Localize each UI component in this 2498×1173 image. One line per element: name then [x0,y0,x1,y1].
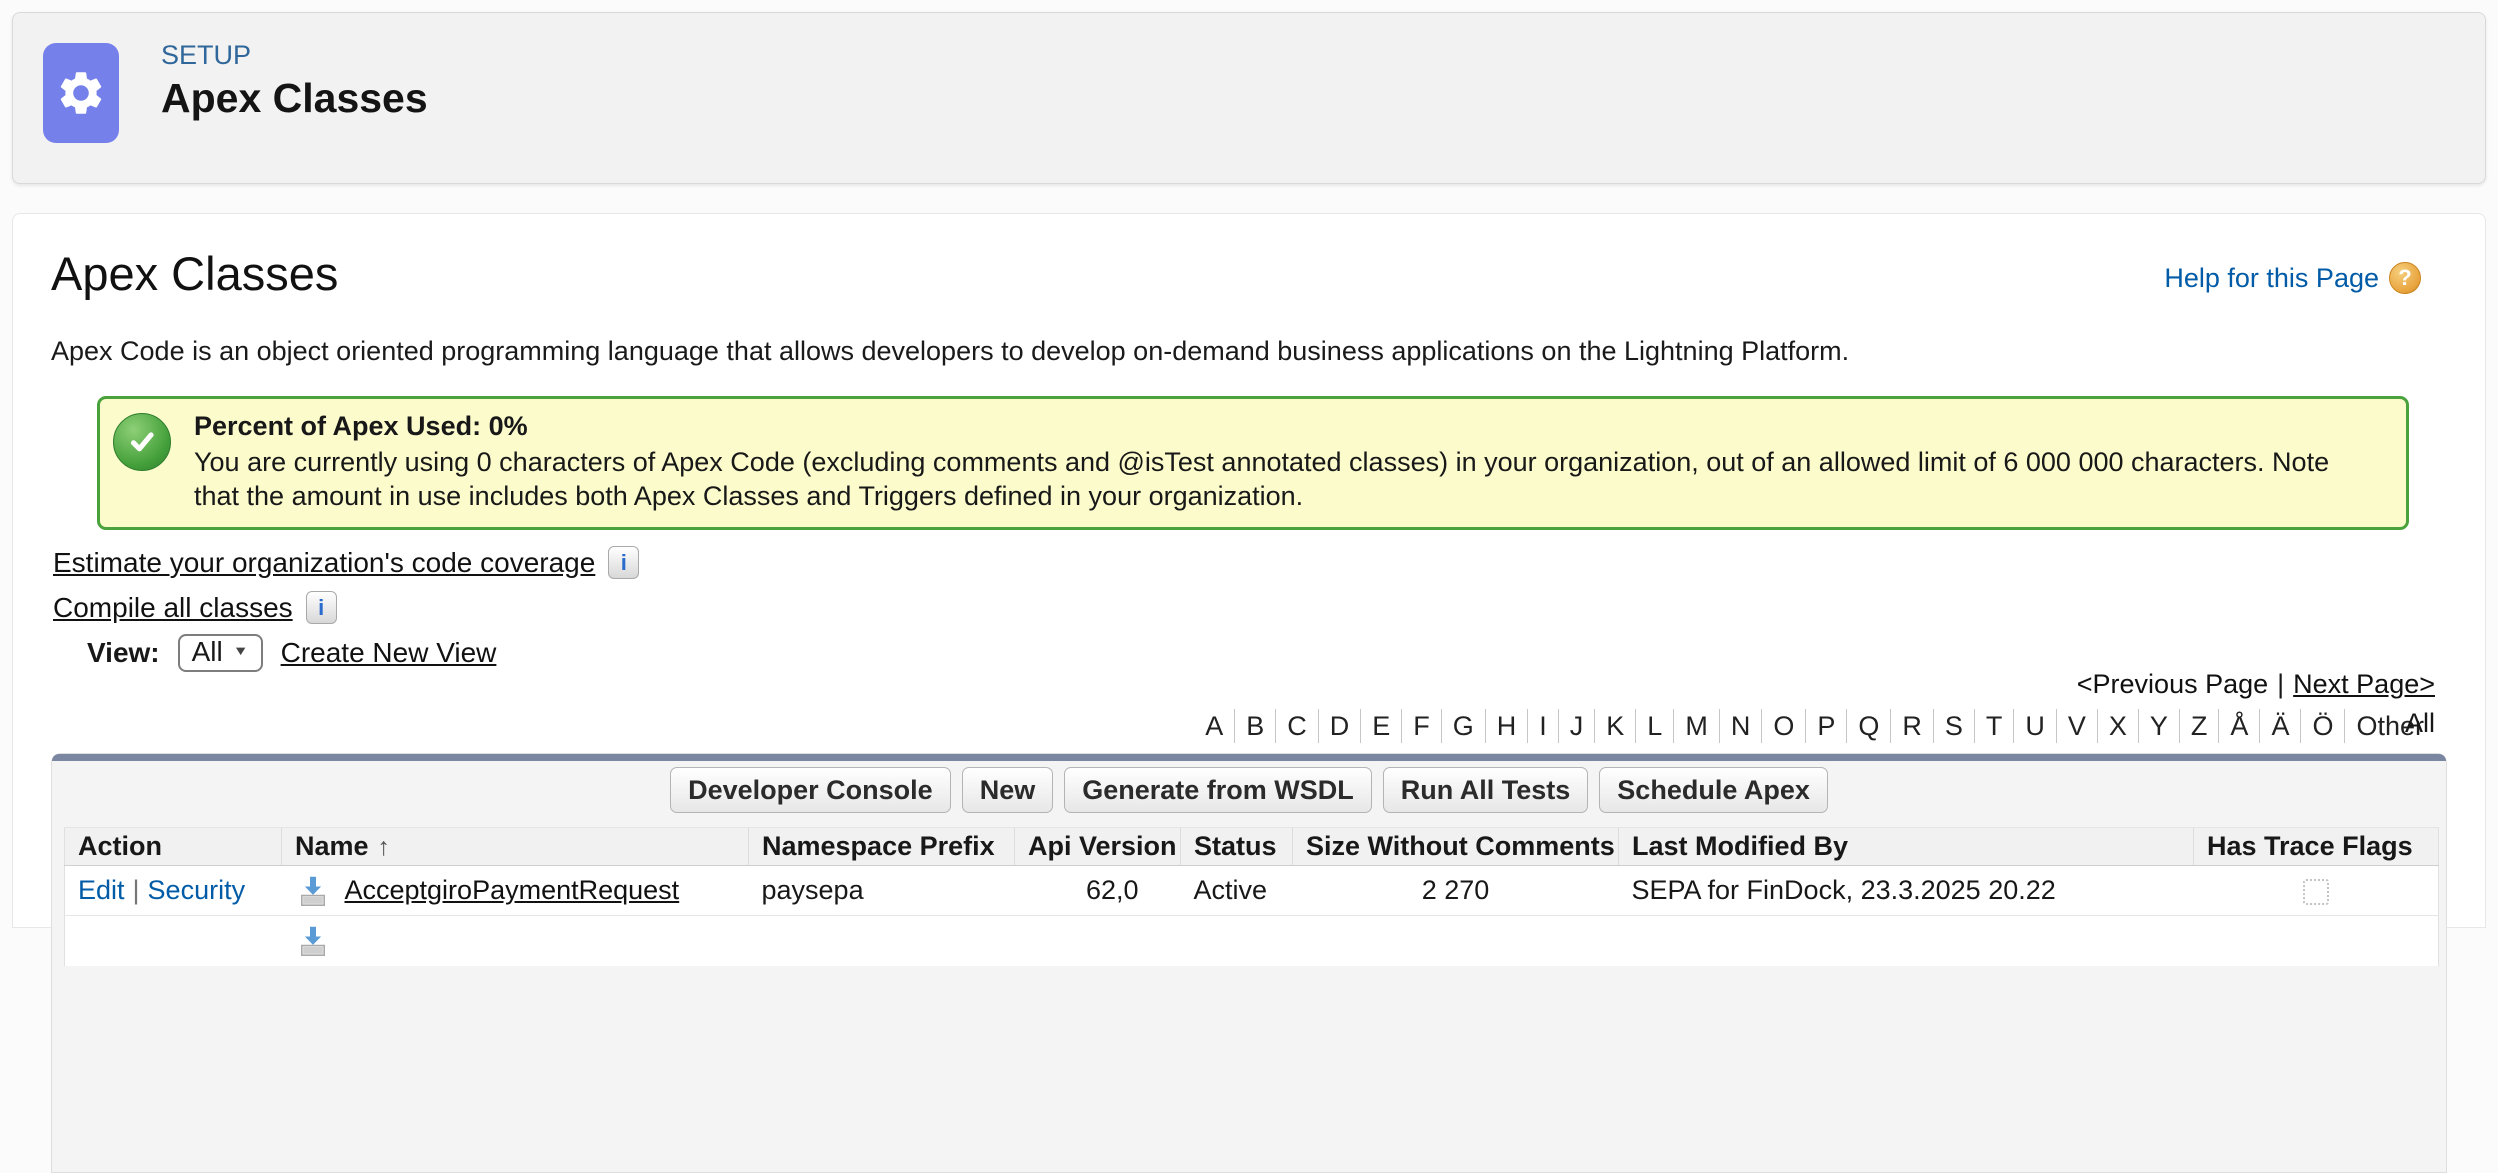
sort-ascending-icon: ↑ [378,833,391,861]
column-header-has-trace-flags[interactable]: Has Trace Flags [2194,828,2439,866]
pagination: <Previous Page | Next Page> [2077,669,2435,700]
alphabet-letter-link[interactable]: J [1558,709,1595,743]
question-mark-icon[interactable]: ? [2389,262,2421,294]
apex-usage-notice: Percent of Apex Used: 0% You are current… [97,396,2409,530]
chevron-down-icon: ▼ [233,645,249,659]
alphabet-letter-link[interactable]: H [1485,709,1528,743]
view-select-value: All [192,636,223,668]
action-cell: Edit | Security [65,866,282,916]
alphabet-letter-link[interactable]: L [1635,709,1673,743]
pagination-separator: | [2277,669,2284,700]
alphabet-letter-link[interactable]: N [1719,709,1762,743]
alphabet-letter-link[interactable]: X [2097,709,2138,743]
page-title: Apex Classes [51,246,338,301]
action-cell [65,916,282,966]
alphabet-letter-link[interactable]: Z [2179,709,2219,743]
alphabet-letter-link[interactable]: B [1234,709,1275,743]
status-cell: Active [1181,866,1293,916]
last-modified-by-cell: SEPA for FinDock, 23.3.2025 20.22 [1619,866,2194,916]
create-new-view-link[interactable]: Create New View [281,637,497,669]
alphabet-letter-link[interactable]: R [1890,709,1933,743]
alphabet-index-bar: ABCDEFGHIJKLMNOPQRSTUVXYZÅÄÖOther [1194,709,2435,743]
alphabet-letter-link[interactable]: Q [1846,709,1890,743]
help-row: Help for this Page ? [2164,262,2421,294]
success-check-icon [113,413,171,471]
alphabet-letter-link[interactable]: S [1933,709,1974,743]
toolbar-button[interactable]: Schedule Apex [1599,767,1828,813]
apex-class-name-link[interactable]: AcceptgiroPaymentRequest [345,875,680,906]
list-toolbar: Developer ConsoleNewGenerate from WSDLRu… [52,761,2446,820]
notice-title: Percent of Apex Used: 0% [194,411,2366,442]
alphabet-letter-link[interactable]: V [2056,709,2097,743]
alphabet-letter-link[interactable]: Y [2138,709,2179,743]
notice-body: You are currently using 0 characters of … [194,445,2366,513]
info-icon[interactable]: i [608,546,639,579]
alphabet-letter-link[interactable]: Ä [2259,709,2300,743]
alphabet-letter-link[interactable]: U [2013,709,2056,743]
setup-page-title: Apex Classes [161,75,428,122]
alphabet-letter-link[interactable]: P [1805,709,1846,743]
main-content-card: Apex Classes Help for this Page ? Apex C… [12,213,2486,928]
alphabet-letter-link[interactable]: M [1673,709,1719,743]
column-header-size-without-comments[interactable]: Size Without Comments [1293,828,1619,866]
setup-breadcrumb-label: SETUP [161,40,251,71]
package-download-icon [295,923,331,959]
toolbar-button[interactable]: Generate from WSDL [1064,767,1372,813]
column-header-status[interactable]: Status [1181,828,1293,866]
alphabet-letter-link[interactable]: A [1194,709,1234,743]
view-label: View: [87,637,160,669]
alphabet-all-selected[interactable]: All [2405,708,2435,739]
list-top-strip [52,754,2446,761]
alphabet-letter-link[interactable]: C [1275,709,1318,743]
action-separator: | [133,875,140,905]
view-row: View: All ▼ Create New View [87,634,496,672]
api-version-cell: 62,0 [1015,866,1181,916]
previous-page-link[interactable]: <Previous Page [2077,669,2268,700]
edit-link[interactable]: Edit [78,875,125,905]
toolbar-button[interactable]: New [962,767,1054,813]
table-header-row: Action Name ↑ Namespace Prefix Api Versio… [65,828,2439,866]
table-row: Edit | Security AcceptgiroPaymentRequest [65,866,2439,916]
estimate-coverage-row: Estimate your organization's code covera… [53,546,639,579]
next-page-link[interactable]: Next Page> [2293,669,2435,700]
apex-classes-list-container: Developer ConsoleNewGenerate from WSDLRu… [51,753,2447,1173]
column-header-action[interactable]: Action [65,828,282,866]
namespace-prefix-cell: paysepa [749,866,1015,916]
alphabet-letter-link[interactable]: E [1360,709,1401,743]
gear-icon [43,43,119,143]
column-header-name[interactable]: Name ↑ [282,828,749,866]
alphabet-letter-link[interactable]: D [1318,709,1361,743]
estimate-coverage-link[interactable]: Estimate your organization's code covera… [53,547,595,579]
apex-classes-table: Action Name ↑ Namespace Prefix Api Versio… [64,827,2439,966]
trace-flag-checkbox[interactable] [2303,879,2329,905]
compile-classes-row: Compile all classes i [53,591,337,624]
alphabet-letter-link[interactable]: Å [2218,709,2259,743]
table-row-partial [65,916,2439,966]
column-header-last-modified-by[interactable]: Last Modified By [1619,828,2194,866]
alphabet-letter-link[interactable]: I [1527,709,1558,743]
view-select-dropdown[interactable]: All ▼ [178,634,263,672]
security-link[interactable]: Security [148,875,246,905]
alphabet-letter-link[interactable]: F [1401,709,1441,743]
name-cell: AcceptgiroPaymentRequest [282,866,749,916]
alphabet-letter-link[interactable]: T [1974,709,2014,743]
alphabet-letter-link[interactable]: Ö [2300,709,2344,743]
name-cell [282,916,749,966]
column-header-name-label: Name [295,831,369,861]
toolbar-button[interactable]: Developer Console [670,767,951,813]
size-without-comments-cell: 2 270 [1293,866,1619,916]
toolbar-button[interactable]: Run All Tests [1383,767,1589,813]
setup-header-card: SETUP Apex Classes [12,12,2486,184]
help-for-this-page-link[interactable]: Help for this Page [2164,263,2379,294]
has-trace-flags-cell [2194,866,2439,916]
column-header-api-version[interactable]: Api Version [1015,828,1181,866]
column-header-namespace-prefix[interactable]: Namespace Prefix [749,828,1015,866]
compile-all-classes-link[interactable]: Compile all classes [53,592,293,624]
alphabet-letter-link[interactable]: O [1761,709,1805,743]
alphabet-letter-link[interactable]: K [1594,709,1635,743]
page-description: Apex Code is an object oriented programm… [51,336,1849,367]
package-download-icon [295,873,331,909]
info-icon[interactable]: i [306,591,337,624]
alphabet-letter-link[interactable]: G [1441,709,1485,743]
